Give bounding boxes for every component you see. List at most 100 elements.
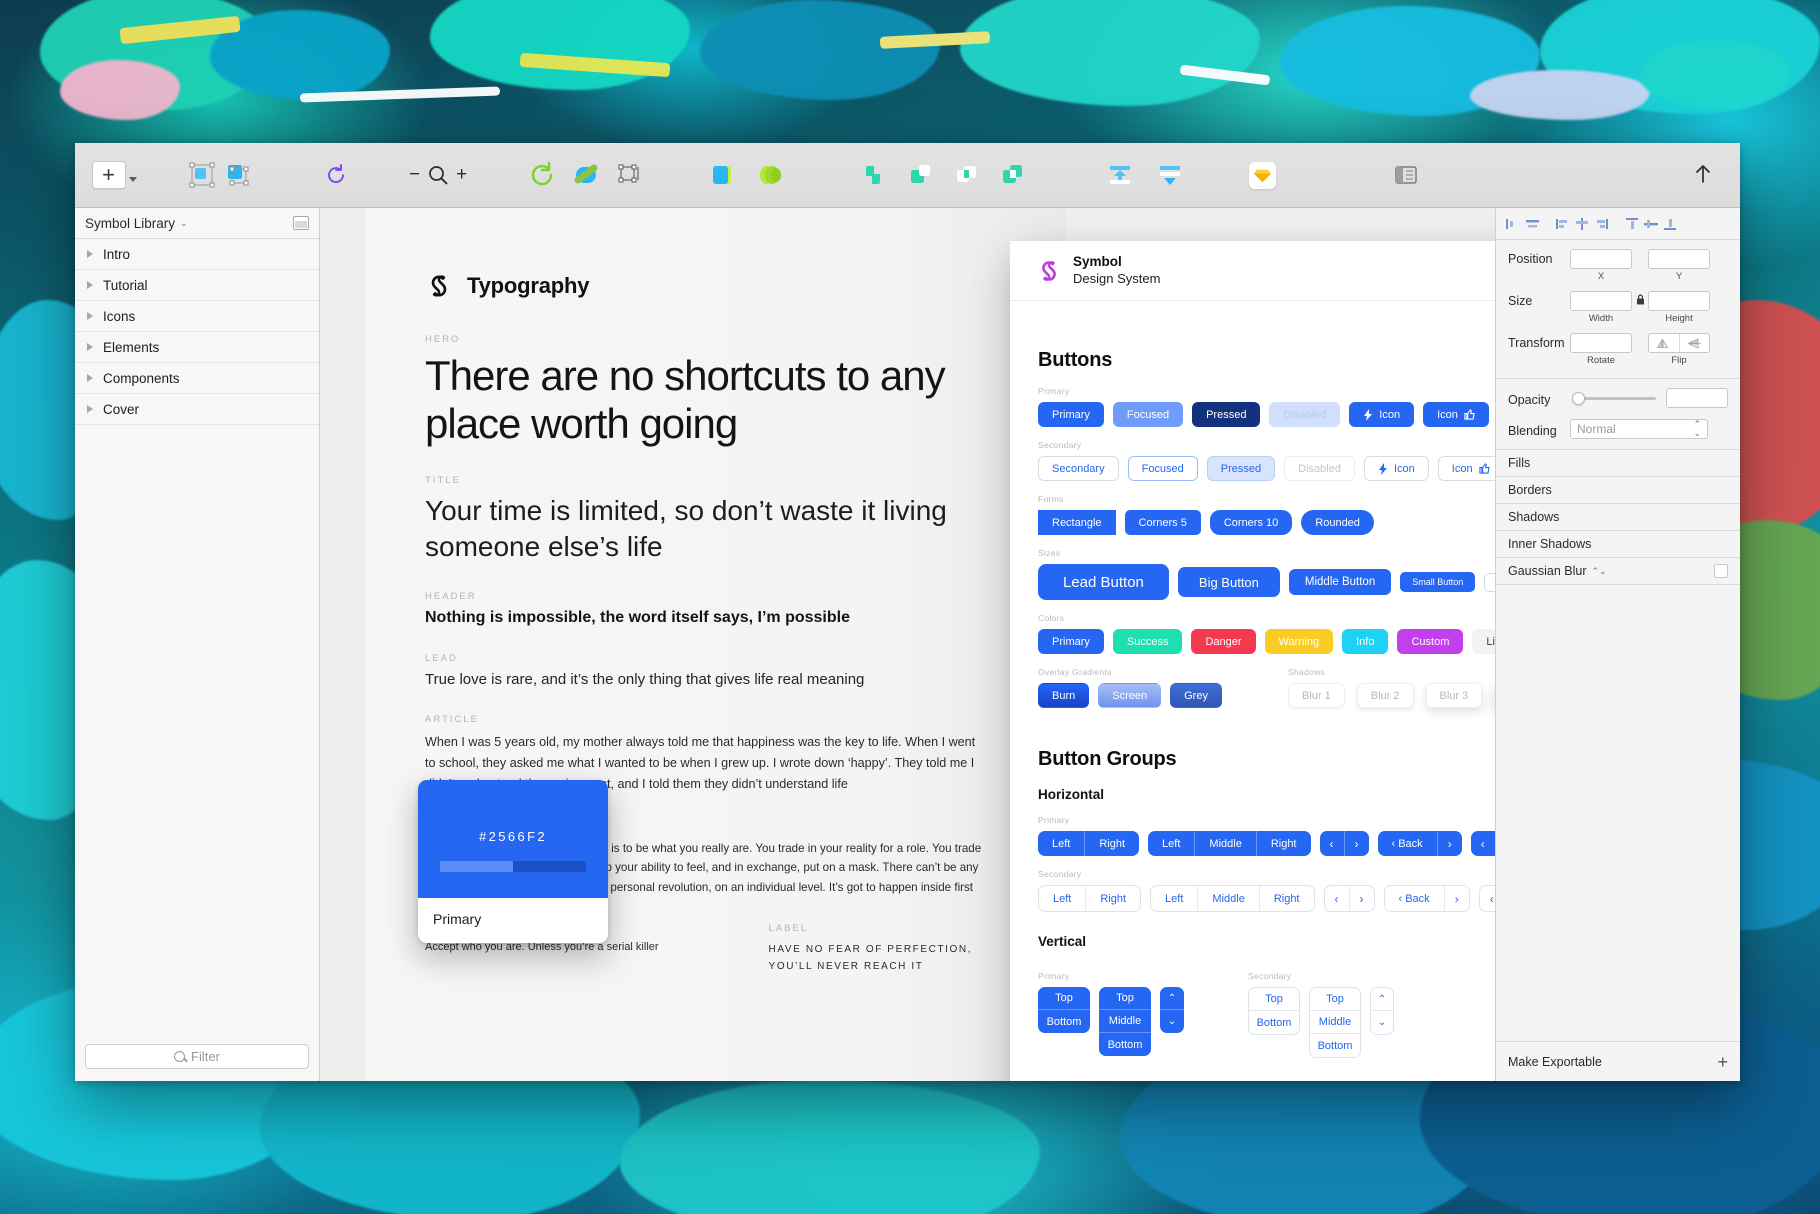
back-button[interactable]: ‹ Back bbox=[1378, 831, 1438, 856]
button-group-today[interactable]: ‹ Today › bbox=[1470, 831, 1495, 856]
disclosure-triangle-icon[interactable] bbox=[87, 343, 93, 351]
design-system-artboard[interactable]: Symbol Design System www.symboldesign.co… bbox=[1010, 241, 1495, 1081]
button-group-3seg[interactable]: Left Middle Right bbox=[1150, 885, 1315, 912]
segment[interactable]: Middle bbox=[1310, 1011, 1360, 1034]
button-group-back[interactable]: ‹ Back › bbox=[1377, 831, 1462, 856]
align-top-icon[interactable] bbox=[1623, 214, 1642, 233]
button-gradient-screen[interactable]: Screen bbox=[1098, 683, 1162, 708]
disclosure-triangle-icon[interactable] bbox=[87, 405, 93, 413]
vgroup-stepper[interactable]: ⌃ ⌄ bbox=[1160, 987, 1184, 1033]
button-group-back[interactable]: ‹ Back › bbox=[1383, 885, 1470, 912]
sidebar-item-elements[interactable]: Elements bbox=[75, 332, 319, 363]
chevron-down-icon[interactable]: ⌄ bbox=[1160, 1010, 1184, 1033]
button-corners-5[interactable]: Corners 5 bbox=[1124, 510, 1201, 535]
next-button[interactable]: › bbox=[1345, 831, 1369, 856]
prev-button[interactable]: ‹ bbox=[1471, 831, 1495, 856]
blur-type-stepper-icon[interactable]: ⌃⌄ bbox=[1592, 566, 1607, 577]
button-rectangle[interactable]: Rectangle bbox=[1038, 510, 1116, 535]
opacity-slider[interactable] bbox=[1572, 391, 1656, 405]
toggle-layers-button[interactable] bbox=[1389, 158, 1423, 192]
segment[interactable]: Top bbox=[1310, 988, 1360, 1011]
prev-button[interactable]: ‹ bbox=[1480, 886, 1495, 911]
disclosure-triangle-icon[interactable] bbox=[87, 250, 93, 258]
align-left-edges-icon[interactable] bbox=[1554, 214, 1573, 233]
button-group-2seg[interactable]: Left Right bbox=[1038, 831, 1140, 856]
button-color-primary[interactable]: Primary bbox=[1038, 629, 1104, 654]
segment[interactable]: Right bbox=[1085, 831, 1139, 856]
blending-select[interactable]: Normal ⌃ ⌄ bbox=[1570, 419, 1708, 439]
filter-input[interactable]: Filter bbox=[85, 1044, 309, 1069]
flatten-button[interactable] bbox=[753, 158, 787, 192]
color-swatch-popup[interactable]: #2566F2 Primary bbox=[418, 780, 608, 943]
sidebar-item-intro[interactable]: Intro bbox=[75, 239, 319, 270]
share-button[interactable] bbox=[1686, 158, 1720, 192]
align-right-edges-icon[interactable] bbox=[1592, 214, 1611, 233]
button-icon-right[interactable]: Icon bbox=[1437, 456, 1495, 481]
opacity-input[interactable] bbox=[1666, 388, 1728, 408]
distribute-horizontal-icon[interactable] bbox=[1573, 214, 1592, 233]
next-button[interactable]: › bbox=[1438, 831, 1462, 856]
make-exportable-row[interactable]: Make Exportable + bbox=[1496, 1041, 1740, 1081]
align-center-vertical-icon[interactable] bbox=[1642, 214, 1661, 233]
button-color-warning[interactable]: Warning bbox=[1264, 629, 1334, 654]
segment[interactable]: Bottom bbox=[1310, 1034, 1360, 1057]
segment[interactable]: Middle bbox=[1195, 831, 1257, 856]
prev-button[interactable]: ‹ bbox=[1325, 886, 1350, 911]
sketch-plugin-button[interactable] bbox=[1245, 158, 1279, 192]
next-button[interactable]: › bbox=[1445, 886, 1469, 911]
segment[interactable]: Top bbox=[1249, 988, 1299, 1011]
segment[interactable]: Left bbox=[1039, 886, 1087, 911]
button-icon-right[interactable]: Icon bbox=[1423, 402, 1489, 427]
chevron-up-icon[interactable]: ⌃ bbox=[1160, 987, 1184, 1010]
segment[interactable]: Bottom bbox=[1099, 1033, 1151, 1056]
rotate-copies-button[interactable] bbox=[525, 158, 559, 192]
button-middle[interactable]: Middle Button bbox=[1288, 569, 1392, 595]
button-big[interactable]: Big Button bbox=[1177, 567, 1280, 597]
button-small[interactable]: Small Button bbox=[1400, 572, 1476, 592]
slider-knob[interactable] bbox=[1572, 391, 1585, 405]
sync-button[interactable] bbox=[319, 158, 353, 192]
button-pressed[interactable]: Pressed bbox=[1206, 456, 1276, 481]
segment[interactable]: Middle bbox=[1099, 1010, 1151, 1033]
difference-button[interactable] bbox=[995, 158, 1029, 192]
rotate-input[interactable] bbox=[1570, 333, 1632, 353]
segment[interactable]: Right bbox=[1257, 831, 1311, 856]
subtract-button[interactable] bbox=[903, 158, 937, 192]
position-y-input[interactable] bbox=[1648, 249, 1710, 269]
segment[interactable]: Right bbox=[1086, 886, 1140, 911]
button-shadow-blur-1[interactable]: Blur 1 bbox=[1288, 683, 1345, 708]
button-color-success[interactable]: Success bbox=[1112, 629, 1183, 654]
vgroup-2seg[interactable]: Top Bottom bbox=[1248, 987, 1300, 1035]
back-button[interactable]: ‹ Back bbox=[1385, 886, 1445, 911]
segment[interactable]: Bottom bbox=[1038, 1010, 1090, 1033]
group-button[interactable] bbox=[1103, 158, 1137, 192]
button-gradient-burn[interactable]: Burn bbox=[1038, 683, 1090, 708]
flip-horizontal-icon[interactable] bbox=[1649, 334, 1680, 352]
transform-button[interactable] bbox=[613, 158, 647, 192]
segment[interactable]: Middle bbox=[1198, 886, 1260, 911]
segment[interactable]: Left bbox=[1038, 831, 1086, 856]
next-button[interactable]: › bbox=[1350, 886, 1374, 911]
inspector-section-shadows[interactable]: Shadows bbox=[1496, 504, 1740, 531]
button-gradient-grey[interactable]: Grey bbox=[1170, 683, 1222, 708]
lock-aspect-ratio-icon[interactable] bbox=[1632, 291, 1648, 305]
vgroup-3seg[interactable]: Top Middle Bottom bbox=[1099, 987, 1151, 1056]
zoom-in-button[interactable]: + bbox=[456, 164, 467, 186]
button-icon-left[interactable]: Icon bbox=[1363, 456, 1429, 481]
button-primary[interactable]: Primary bbox=[1038, 402, 1104, 427]
button-shadow-blur-4[interactable]: Blur 4 bbox=[1494, 683, 1495, 708]
segment[interactable]: Top bbox=[1099, 987, 1151, 1010]
inspector-section-borders[interactable]: Borders bbox=[1496, 477, 1740, 504]
ungroup-button[interactable] bbox=[1153, 158, 1187, 192]
button-secondary[interactable]: Secondary bbox=[1038, 456, 1119, 481]
add-export-icon[interactable]: + bbox=[1717, 1053, 1728, 1071]
zoom-out-button[interactable]: − bbox=[409, 164, 420, 186]
button-focused[interactable]: Focused bbox=[1112, 402, 1184, 427]
inspector-section-inner-shadows[interactable]: Inner Shadows bbox=[1496, 531, 1740, 558]
blur-enable-checkbox[interactable] bbox=[1714, 564, 1728, 578]
button-shadow-blur-2[interactable]: Blur 2 bbox=[1356, 683, 1414, 708]
chevron-down-icon[interactable]: ⌄ bbox=[1371, 1011, 1393, 1034]
sidebar-item-icons[interactable]: Icons bbox=[75, 301, 319, 332]
typography-artboard[interactable]: Typography HERO There are no shortcuts t… bbox=[365, 208, 1065, 1081]
button-color-info[interactable]: Info bbox=[1342, 629, 1389, 654]
